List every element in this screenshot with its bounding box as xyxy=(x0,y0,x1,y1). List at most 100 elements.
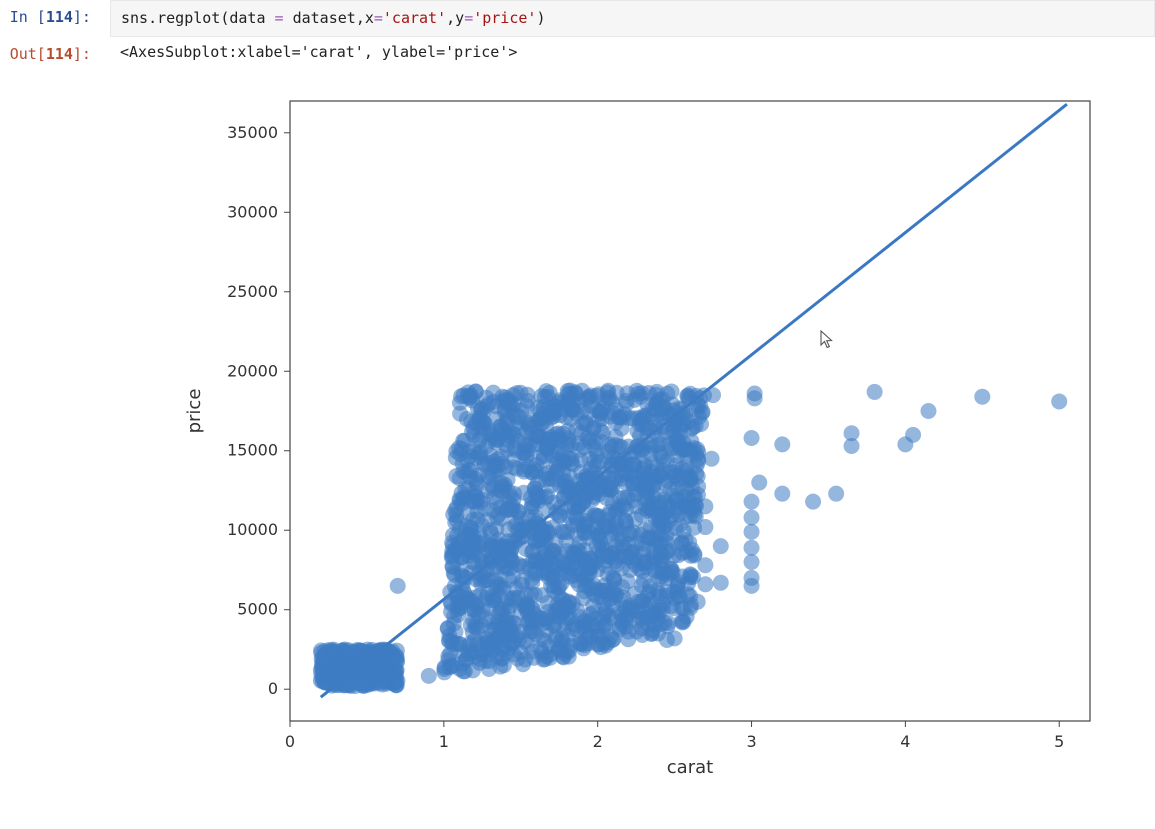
scatter-point xyxy=(437,659,453,675)
scatter-point xyxy=(533,488,549,504)
scatter-point xyxy=(567,545,583,561)
scatter-point xyxy=(502,597,518,613)
scatter-point xyxy=(805,493,821,509)
in-prompt-suffix: ]: xyxy=(73,8,100,26)
scatter-point xyxy=(470,636,486,652)
scatter-point xyxy=(828,485,844,501)
scatter-point xyxy=(747,385,763,401)
scatter-point xyxy=(455,541,471,557)
x-tick-label: 2 xyxy=(593,732,603,751)
scatter-point xyxy=(774,436,790,452)
out-prompt-suffix: ]: xyxy=(73,45,100,63)
scatter-point xyxy=(577,621,593,637)
scatter-point xyxy=(497,458,513,474)
scatter-point xyxy=(465,512,481,528)
code-token: = xyxy=(464,9,473,27)
out-prompt-prefix: Out[ xyxy=(10,45,46,63)
code-token: data xyxy=(229,9,274,27)
code-token: sns xyxy=(121,9,148,27)
scatter-point xyxy=(744,523,760,539)
scatter-point xyxy=(606,581,622,597)
scatter-point xyxy=(590,635,606,651)
scatter-point xyxy=(744,430,760,446)
scatter-point xyxy=(744,569,760,585)
scatter-point xyxy=(697,498,713,514)
scatter-point xyxy=(388,666,404,682)
scatter-point xyxy=(450,593,466,609)
regplot-figure: 0500010000150002000025000300003500001234… xyxy=(120,81,1110,801)
scatter-point xyxy=(1051,393,1067,409)
scatter-point xyxy=(542,434,558,450)
scatter-point xyxy=(421,667,437,683)
scatter-point xyxy=(571,565,587,581)
scatter-point xyxy=(319,644,335,660)
scatter-point xyxy=(663,564,679,580)
output-cell: Out[114]: <AxesSubplot:xlabel='carat', y… xyxy=(0,37,1155,71)
scatter-point xyxy=(605,456,621,472)
scatter-point xyxy=(456,569,472,585)
y-tick-label: 5000 xyxy=(237,599,278,618)
scatter-point xyxy=(535,565,551,581)
out-prompt-number: 114 xyxy=(46,45,73,63)
scatter-point xyxy=(517,558,533,574)
scatter-point xyxy=(672,493,688,509)
scatter-point xyxy=(578,512,594,528)
code-token: y xyxy=(455,9,464,27)
scatter-point xyxy=(598,489,614,505)
code-input[interactable]: sns.regplot(data = dataset,x='carat',y='… xyxy=(110,0,1155,37)
output-text: <AxesSubplot:xlabel='carat', ylabel='pri… xyxy=(110,37,1155,67)
scatter-point xyxy=(465,662,481,678)
scatter-point xyxy=(548,532,564,548)
scatter-point xyxy=(601,470,617,486)
x-tick-label: 4 xyxy=(900,732,910,751)
scatter-point xyxy=(690,593,706,609)
scatter-point xyxy=(455,463,471,479)
scatter-point xyxy=(683,433,699,449)
y-tick-label: 35000 xyxy=(227,122,278,141)
scatter-point xyxy=(546,577,562,593)
scatter-point xyxy=(905,426,921,442)
scatter-point xyxy=(485,480,501,496)
scatter-point xyxy=(744,509,760,525)
scatter-point xyxy=(600,566,616,582)
x-tick-label: 3 xyxy=(746,732,756,751)
input-cell: In [114]: sns.regplot(data = dataset,x='… xyxy=(0,0,1155,37)
scatter-point xyxy=(485,384,501,400)
scatter-point xyxy=(649,394,665,410)
code-token: , xyxy=(356,9,365,27)
scatter-point xyxy=(667,630,683,646)
scatter-point xyxy=(665,422,681,438)
scatter-point xyxy=(615,409,631,425)
scatter-point xyxy=(571,442,587,458)
scatter-point xyxy=(675,478,691,494)
scatter-point xyxy=(586,577,602,593)
scatter-point xyxy=(627,456,643,472)
scatter-point xyxy=(867,383,883,399)
scatter-point xyxy=(744,539,760,555)
scatter-point xyxy=(636,572,652,588)
y-tick-label: 10000 xyxy=(227,520,278,539)
scatter-point xyxy=(556,620,572,636)
scatter-point xyxy=(681,390,697,406)
scatter-point xyxy=(593,422,609,438)
scatter-point xyxy=(604,439,620,455)
scatter-point xyxy=(659,452,675,468)
scatter-point xyxy=(533,630,549,646)
scatter-point xyxy=(456,387,472,403)
scatter-point xyxy=(744,493,760,509)
x-axis-label: carat xyxy=(667,757,713,778)
scatter-point xyxy=(502,395,518,411)
scatter-point xyxy=(653,615,669,631)
scatter-point xyxy=(697,519,713,535)
x-tick-label: 0 xyxy=(285,732,295,751)
scatter-point xyxy=(514,576,530,592)
scatter-point xyxy=(373,658,389,674)
scatter-point xyxy=(774,485,790,501)
scatter-point xyxy=(517,437,533,453)
scatter-point xyxy=(844,425,860,441)
code-token: dataset xyxy=(284,9,356,27)
plot-prompt-spacer xyxy=(0,71,110,801)
scatter-point xyxy=(651,467,667,483)
scatter-point xyxy=(641,499,657,515)
scatter-point xyxy=(542,384,558,400)
